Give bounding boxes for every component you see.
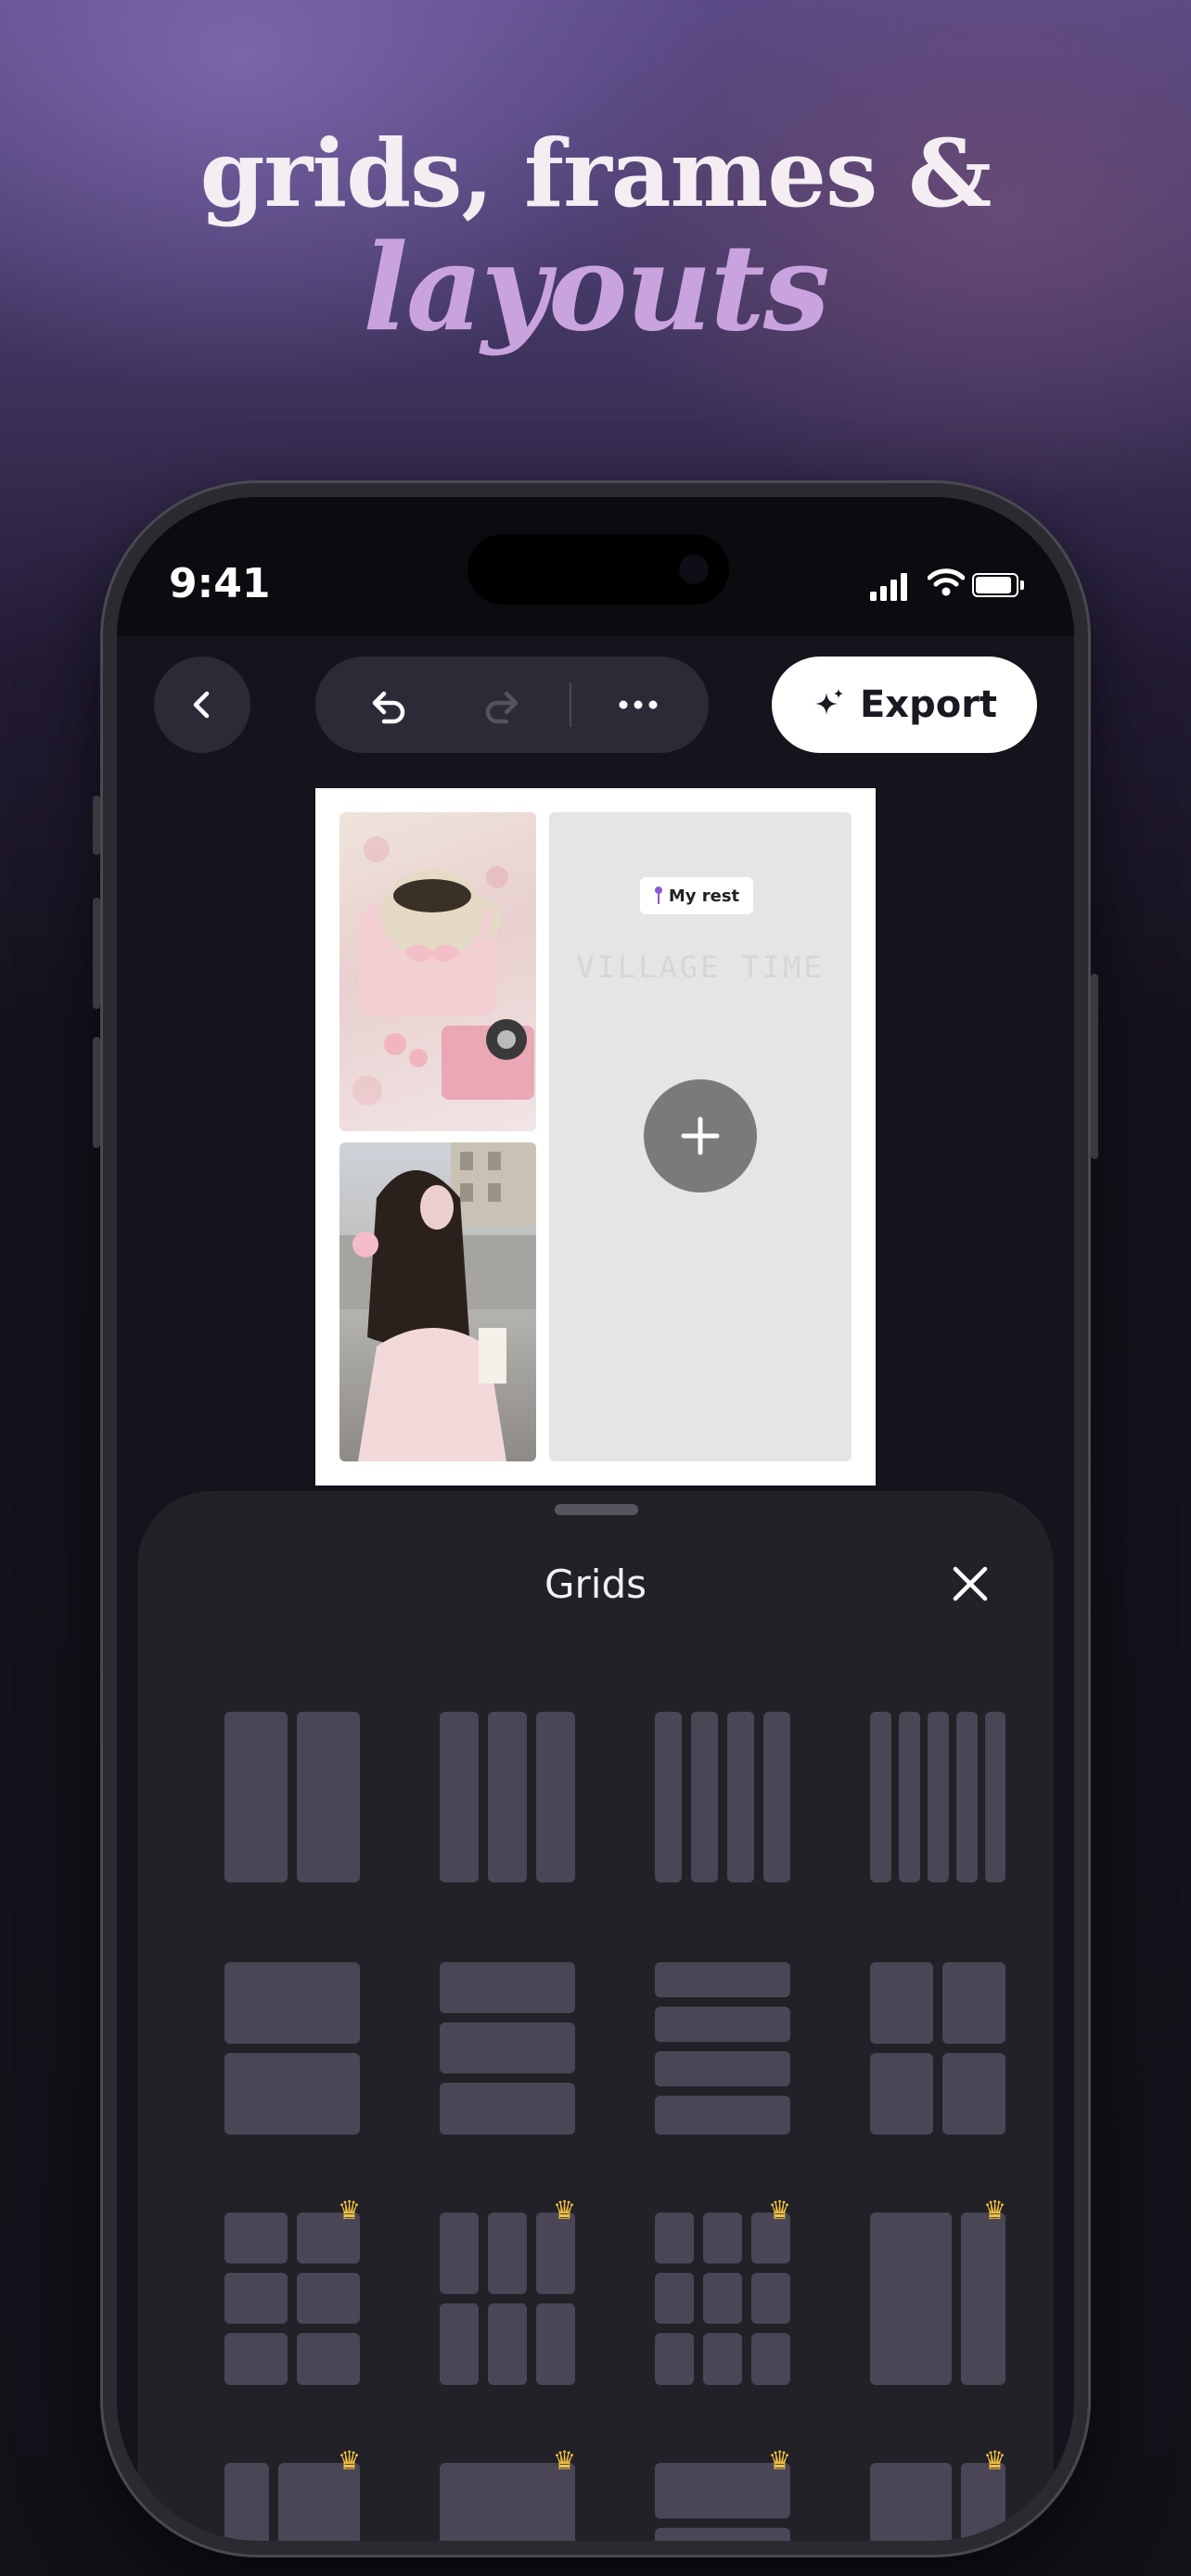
close-icon: [953, 1566, 988, 1601]
status-bar: 9:41: [117, 497, 1074, 636]
crown-icon: ♛: [983, 2195, 1007, 2225]
redo-icon: [485, 691, 519, 724]
more-button[interactable]: [590, 657, 686, 753]
grids-sheet: Grids ♛ ♛ ♛ ♛ ♛ ♛ ♛ ♛: [137, 1491, 1054, 2541]
wifi-icon: [928, 568, 965, 596]
ghost-placeholder-text: VILLAGE TIME: [576, 950, 825, 985]
photo-girl-headphones: [339, 1142, 536, 1461]
crown-icon: ♛: [553, 2195, 577, 2225]
crown-icon: ♛: [768, 2195, 792, 2225]
back-button[interactable]: [154, 657, 250, 753]
sheet-title: Grids: [544, 1562, 647, 1607]
photo-cell-top[interactable]: [339, 812, 536, 1131]
photo-coffee-cup: [352, 836, 534, 1105]
cellular-signal-icon: [870, 573, 907, 601]
redo-button[interactable]: [455, 657, 551, 753]
crown-icon: ♛: [338, 2445, 362, 2476]
dynamic-island: [467, 534, 729, 605]
add-photo-button[interactable]: [644, 1079, 757, 1192]
undo-button[interactable]: [339, 657, 436, 753]
promo-headline-accent: layouts: [363, 219, 830, 358]
phone-power-button: [1091, 974, 1098, 1159]
screen: 9:41 Export My rest VILLAGE TIME Grids ♛…: [117, 497, 1074, 2541]
plus-icon: [681, 1116, 720, 1155]
undo-icon: [372, 691, 405, 724]
crown-icon: ♛: [553, 2445, 577, 2476]
empty-cell[interactable]: My rest VILLAGE TIME: [549, 812, 852, 1461]
photo-cell-bottom[interactable]: [339, 1142, 536, 1461]
phone-side-button: [93, 796, 100, 855]
sparkle-icon: [814, 689, 843, 715]
export-label: Export: [859, 683, 998, 726]
battery-icon: [972, 573, 1024, 597]
sheet-handle[interactable]: [555, 1504, 638, 1515]
promo-headline: grids, frames &: [199, 119, 992, 228]
crown-icon: ♛: [338, 2195, 362, 2225]
collage-canvas[interactable]: My rest VILLAGE TIME: [315, 788, 876, 1486]
export-button[interactable]: Export: [772, 657, 1037, 753]
crown-icon: ♛: [983, 2445, 1007, 2476]
phone-volume-up: [93, 898, 100, 1009]
label-text: My rest: [668, 886, 740, 906]
crown-icon: ♛: [768, 2445, 792, 2476]
text-label-chip[interactable]: My rest: [640, 877, 753, 914]
edit-toolbar: [315, 657, 709, 753]
pin-icon: [654, 886, 662, 904]
close-sheet-button[interactable]: [944, 1558, 996, 1610]
phone-volume-down: [93, 1037, 100, 1148]
chevron-left-icon: [193, 691, 210, 719]
toolbar-divider: [570, 682, 571, 727]
phone-frame: 9:41 Export My rest VILLAGE TIME Grids ♛…: [93, 480, 1098, 2557]
status-time: 9:41: [169, 560, 271, 607]
more-icon: [619, 700, 658, 709]
